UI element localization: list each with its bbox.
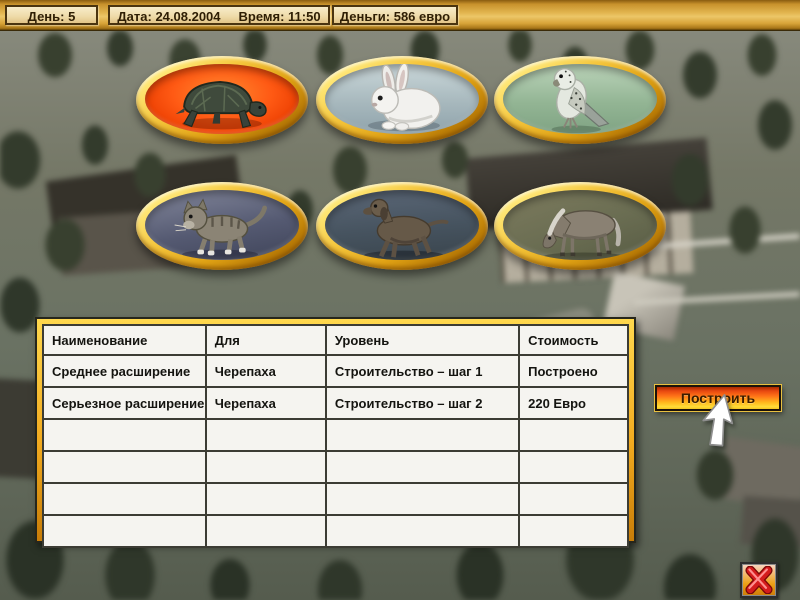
datetime-info-box: Дата: 24.08.2004 Время: 11:50: [108, 5, 330, 25]
expansion-table-panel: Наименование Для Уровень Стоимость Средн…: [35, 317, 636, 543]
cell-for[interactable]: [206, 451, 326, 483]
cell-name[interactable]: Среднее расширение: [43, 355, 206, 387]
horse-icon: [503, 190, 657, 260]
cell-cost[interactable]: [519, 483, 628, 515]
col-header-name: Наименование: [43, 325, 206, 355]
animal-button-cat[interactable]: [136, 182, 308, 270]
cell-for[interactable]: Черепаха: [206, 355, 326, 387]
cell-cost[interactable]: [519, 419, 628, 451]
cell-name[interactable]: [43, 515, 206, 547]
date-label: Дата: 24.08.2004: [117, 9, 220, 24]
cell-level[interactable]: [326, 419, 519, 451]
expansion-table: Наименование Для Уровень Стоимость Средн…: [42, 324, 629, 548]
cat-icon: [145, 190, 299, 260]
cell-cost[interactable]: 220 Евро: [519, 387, 628, 419]
table-row[interactable]: [43, 515, 628, 547]
table-row[interactable]: Среднее расширение Черепаха Строительств…: [43, 355, 628, 387]
status-bar: День: 5 Дата: 24.08.2004 Время: 11:50 Ден…: [0, 0, 800, 31]
cell-for[interactable]: [206, 483, 326, 515]
animal-button-rabbit[interactable]: [316, 56, 488, 144]
cell-level[interactable]: [326, 483, 519, 515]
rabbit-icon: [325, 64, 479, 134]
time-label: Время: 11:50: [239, 9, 321, 24]
turtle-icon: [145, 64, 299, 134]
dog-icon: [325, 190, 479, 260]
close-icon: [744, 566, 774, 594]
money-label: Деньги: 586 евро: [340, 9, 450, 24]
game-screen: День: 5 Дата: 24.08.2004 Время: 11:50 Ден…: [0, 0, 800, 600]
cell-for[interactable]: Черепаха: [206, 387, 326, 419]
cell-level[interactable]: Строительство – шаг 2: [326, 387, 519, 419]
bird-icon: [503, 64, 657, 134]
cell-cost[interactable]: [519, 451, 628, 483]
cell-cost[interactable]: [519, 515, 628, 547]
money-info-box: Деньги: 586 евро: [332, 5, 458, 25]
animal-button-dog[interactable]: [316, 182, 488, 270]
table-row[interactable]: [43, 483, 628, 515]
cell-for[interactable]: [206, 419, 326, 451]
table-header-row: Наименование Для Уровень Стоимость: [43, 325, 628, 355]
table-row[interactable]: [43, 451, 628, 483]
cell-level[interactable]: [326, 515, 519, 547]
close-button[interactable]: [740, 562, 778, 598]
cell-name[interactable]: [43, 419, 206, 451]
col-header-cost: Стоимость: [519, 325, 628, 355]
table-row[interactable]: Серьезное расширение Черепаха Строительс…: [43, 387, 628, 419]
cell-name[interactable]: Серьезное расширение: [43, 387, 206, 419]
cell-level[interactable]: Строительство – шаг 1: [326, 355, 519, 387]
day-label: День: 5: [28, 9, 76, 24]
animal-button-turtle[interactable]: [136, 56, 308, 144]
cell-level[interactable]: [326, 451, 519, 483]
cell-name[interactable]: [43, 451, 206, 483]
animal-button-horse[interactable]: [494, 182, 666, 270]
mouse-cursor-icon: [692, 392, 744, 450]
col-header-for: Для: [206, 325, 326, 355]
table-row[interactable]: [43, 419, 628, 451]
cell-cost[interactable]: Построено: [519, 355, 628, 387]
col-header-level: Уровень: [326, 325, 519, 355]
day-info-box: День: 5: [5, 5, 98, 25]
cell-name[interactable]: [43, 483, 206, 515]
animal-button-bird[interactable]: [494, 56, 666, 144]
cell-for[interactable]: [206, 515, 326, 547]
